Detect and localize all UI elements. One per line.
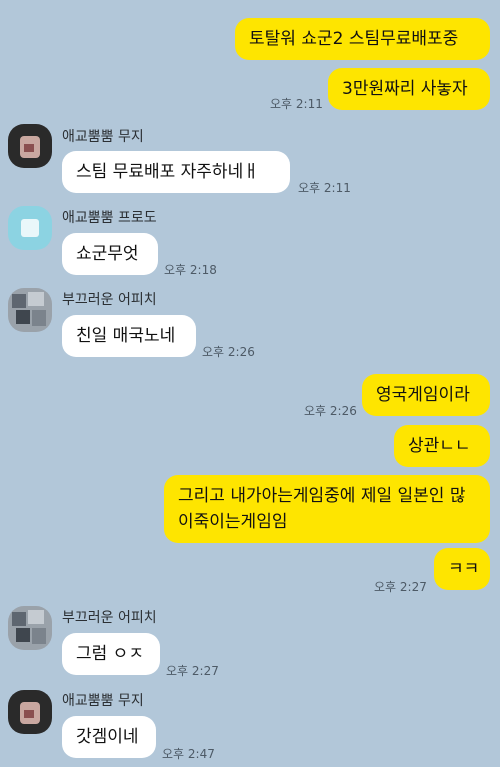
avatar-pixel: [28, 610, 44, 624]
my-message-bubble[interactable]: 그리고 내가아는게임중에 제일 일본인 많이죽이는게임임: [164, 475, 490, 543]
avatar-muji[interactable]: [8, 124, 52, 168]
avatar-pixel: [12, 294, 26, 308]
friend-message-bubble[interactable]: 그럼 ㅇㅈ: [62, 633, 160, 675]
avatar-face-detail: [24, 710, 34, 718]
message-time: 오후 2:26: [202, 345, 255, 359]
avatar-pixel: [32, 310, 46, 326]
my-message-bubble[interactable]: 상관ㄴㄴ: [394, 425, 490, 467]
sender-name: 애교뿜뿜 무지: [62, 693, 144, 709]
avatar-apeach[interactable]: [8, 606, 52, 650]
avatar-muji[interactable]: [8, 690, 52, 734]
message-time: 오후 2:18: [164, 263, 217, 277]
message-time: 오후 2:27: [166, 664, 219, 678]
sender-name: 부끄러운 어피치: [62, 610, 157, 626]
avatar-frodo[interactable]: [8, 206, 52, 250]
avatar-pixel: [16, 310, 30, 324]
my-message-bubble[interactable]: 토탈워 쇼군2 스팀무료배포중: [235, 18, 490, 60]
my-message-bubble[interactable]: ㅋㅋ: [434, 548, 490, 590]
my-message-bubble[interactable]: 영국게임이라: [362, 374, 490, 416]
avatar-pixel: [12, 612, 26, 626]
avatar-pixel: [28, 292, 44, 306]
message-time: 오후 2:47: [162, 747, 215, 761]
sender-name: 애교뿜뿜 프로도: [62, 210, 157, 226]
friend-message-bubble[interactable]: 쇼군무엇: [62, 233, 158, 275]
friend-message-bubble[interactable]: 스팀 무료배포 자주하네ㅐ: [62, 151, 290, 193]
avatar-apeach[interactable]: [8, 288, 52, 332]
friend-message-bubble[interactable]: 친일 매국노네: [62, 315, 196, 357]
my-message-bubble[interactable]: 3만원짜리 사놓자: [328, 68, 490, 110]
chat-room: 토탈워 쇼군2 스팀무료배포중 3만원짜리 사놓자 오후 2:11 애교뿜뿜 무…: [0, 0, 500, 767]
message-time: 오후 2:11: [270, 97, 323, 111]
message-time: 오후 2:11: [298, 181, 351, 195]
avatar-pixel: [16, 628, 30, 642]
message-time: 오후 2:27: [374, 580, 427, 594]
friend-message-bubble[interactable]: 갓겜이네: [62, 716, 156, 758]
message-time: 오후 2:26: [304, 404, 357, 418]
avatar-image: [21, 219, 39, 237]
avatar-pixel: [32, 628, 46, 644]
sender-name: 부끄러운 어피치: [62, 292, 157, 308]
sender-name: 애교뿜뿜 무지: [62, 129, 144, 145]
avatar-face-detail: [24, 144, 34, 152]
